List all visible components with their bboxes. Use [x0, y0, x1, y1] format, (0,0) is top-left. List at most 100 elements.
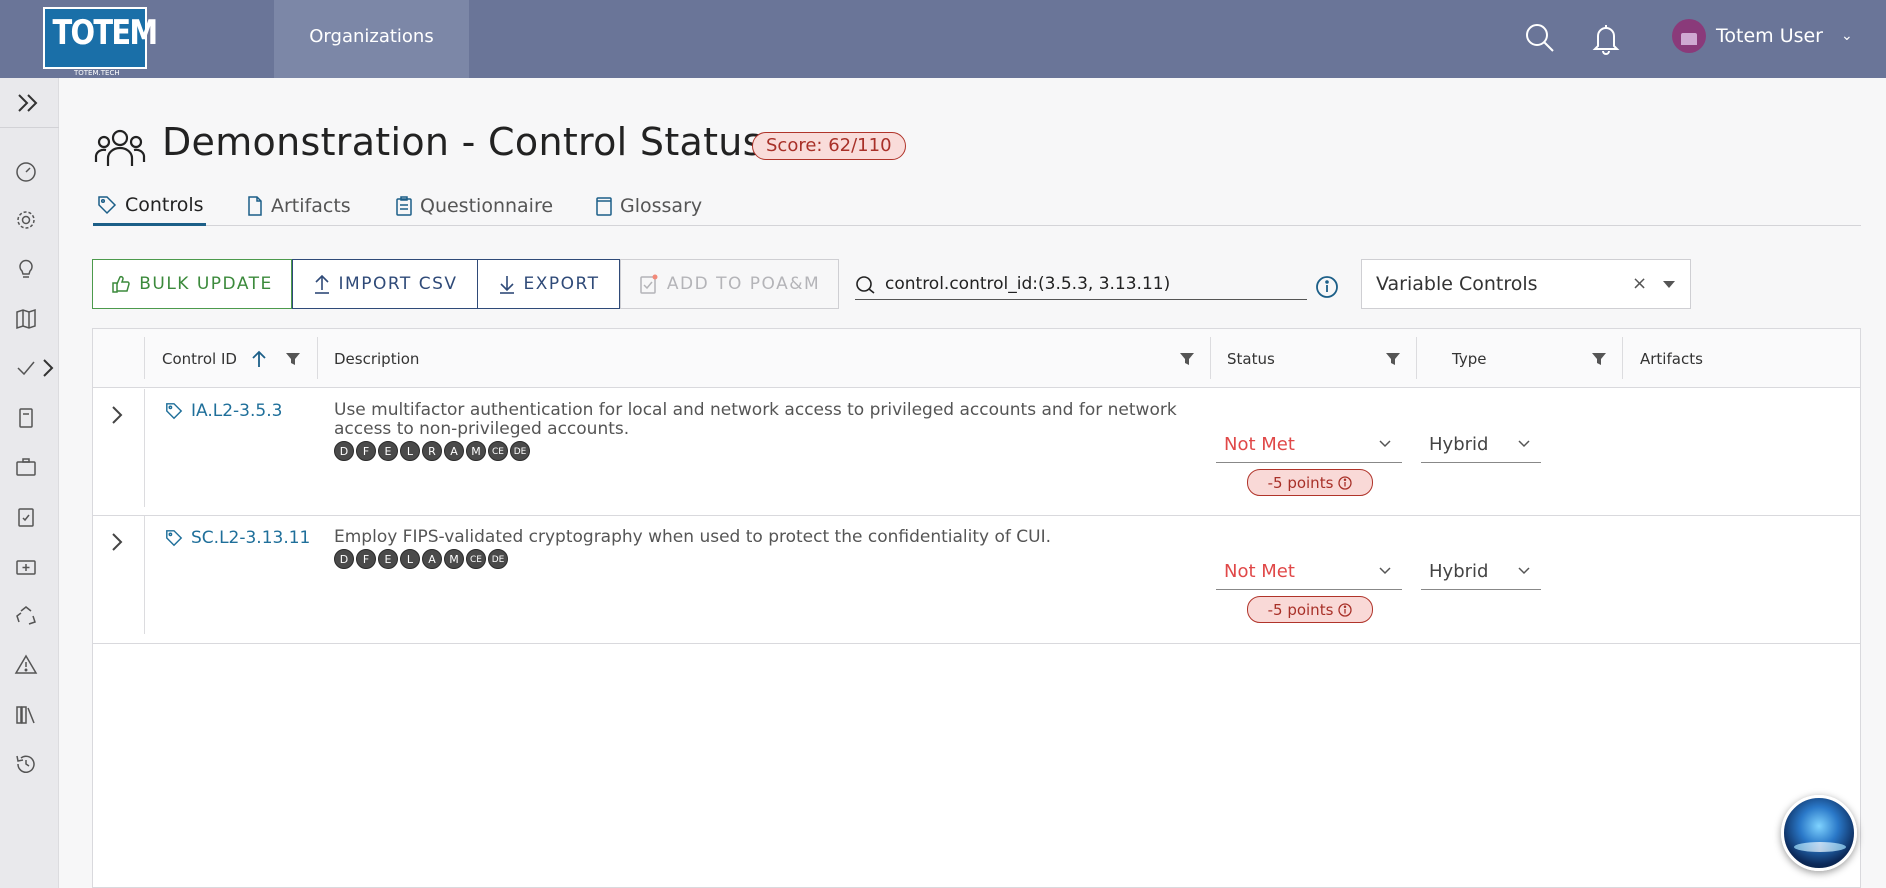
expand-row-chevron-icon[interactable]: [107, 530, 127, 554]
table-row: SC.L2-3.13.11 Employ FIPS-validated cryp…: [93, 516, 1860, 644]
recycle-icon[interactable]: [14, 604, 38, 628]
badge: E: [378, 441, 398, 461]
map-icon[interactable]: [14, 307, 38, 331]
control-description: Use multifactor authentication for local…: [334, 401, 1214, 461]
filter-icon[interactable]: [1591, 351, 1607, 367]
badge: D: [334, 549, 354, 569]
badge: DE: [488, 549, 508, 569]
import-csv-label: IMPORT CSV: [338, 274, 458, 294]
status-select[interactable]: Not Met: [1216, 554, 1402, 590]
filter-icon[interactable]: [1385, 351, 1401, 367]
logo-subtext: TOTEM.TECH: [73, 69, 121, 77]
totem-logo[interactable]: TOTEM TOTEM.TECH: [43, 7, 159, 77]
bulk-update-label: BULK UPDATE: [139, 274, 273, 294]
tab-questionnaire[interactable]: Questionnaire: [396, 186, 553, 226]
column-header-artifacts[interactable]: Artifacts: [1640, 329, 1703, 388]
type-select[interactable]: Hybrid: [1421, 554, 1541, 590]
badge-list: D F E L R A M CE DE: [334, 441, 1214, 461]
add-to-poam-button[interactable]: ADD TO POA&M: [620, 259, 839, 309]
page-title: Demonstration - Control Status: [162, 120, 763, 164]
user-name: Totem User: [1716, 25, 1823, 47]
chevron-down-icon: [1379, 567, 1391, 575]
badge: F: [356, 441, 376, 461]
badge: M: [444, 549, 464, 569]
badge: L: [400, 549, 420, 569]
file-icon: [248, 196, 262, 216]
warning-icon[interactable]: [14, 653, 38, 677]
chevron-down-icon: [1518, 440, 1530, 448]
column-divider: [1416, 337, 1417, 379]
filter-icon[interactable]: [1179, 351, 1195, 367]
type-value: Hybrid: [1429, 561, 1489, 582]
history-icon[interactable]: [14, 752, 38, 776]
badge-list: D F E L A M CE DE: [334, 549, 1214, 569]
tab-label: Glossary: [620, 195, 703, 217]
column-divider: [317, 337, 318, 379]
nav-organizations[interactable]: Organizations: [274, 0, 469, 78]
points-badge: -5 points: [1247, 469, 1373, 496]
bell-icon[interactable]: [1588, 20, 1624, 56]
medkit-icon[interactable]: [14, 554, 38, 578]
chevron-right-icon: [43, 359, 54, 377]
lightbulb-icon[interactable]: [14, 257, 38, 281]
status-value: Not Met: [1224, 434, 1295, 455]
description-text: Use multifactor authentication for local…: [334, 400, 1177, 439]
control-id-link[interactable]: SC.L2-3.13.11: [165, 528, 310, 548]
column-header-description[interactable]: Description: [334, 329, 419, 388]
table-header: Control ID Description Status Type Artif…: [93, 329, 1860, 388]
gear-icon[interactable]: [14, 208, 38, 232]
search-icon[interactable]: [1522, 20, 1558, 56]
points-badge: -5 points: [1247, 596, 1373, 623]
assistant-fab-button[interactable]: [1781, 795, 1857, 871]
logo-text: TOTEM: [52, 13, 159, 53]
column-header-control-id[interactable]: Control ID: [162, 329, 267, 388]
tab-label: Artifacts: [271, 195, 351, 217]
control-id-link[interactable]: IA.L2-3.5.3: [165, 401, 282, 421]
clipboard-check-icon[interactable]: [14, 505, 38, 529]
tab-controls[interactable]: Controls: [93, 186, 206, 226]
search-input[interactable]: [885, 273, 1295, 294]
column-divider: [1210, 337, 1211, 379]
control-description: Employ FIPS-validated cryptography when …: [334, 528, 1214, 569]
import-csv-button[interactable]: IMPORT CSV: [292, 259, 478, 309]
control-id: IA.L2-3.5.3: [191, 401, 283, 421]
tab-glossary[interactable]: Glossary: [596, 186, 702, 226]
tab-bar: Controls Artifacts Questionnaire Glossar…: [93, 186, 1861, 226]
export-button[interactable]: EXPORT: [477, 259, 620, 309]
type-select[interactable]: Hybrid: [1421, 427, 1541, 463]
column-header-type[interactable]: Type: [1452, 329, 1486, 388]
document-icon[interactable]: [14, 406, 38, 430]
caret-down-icon[interactable]: [1663, 281, 1675, 288]
column-header-status[interactable]: Status: [1227, 329, 1275, 388]
chevron-down-icon: [1518, 567, 1530, 575]
filter-icon[interactable]: [285, 351, 301, 367]
tab-artifacts[interactable]: Artifacts: [247, 186, 351, 226]
clear-icon[interactable]: ×: [1632, 273, 1647, 294]
briefcase-icon[interactable]: [14, 455, 38, 479]
dashboard-icon[interactable]: [14, 159, 38, 183]
expand-row-chevron-icon[interactable]: [107, 403, 127, 427]
row-divider: [144, 389, 145, 507]
info-icon[interactable]: [1338, 602, 1353, 617]
library-icon[interactable]: [14, 703, 38, 727]
clipboard-add-icon: [640, 274, 658, 294]
sort-ascending-icon[interactable]: [251, 349, 267, 369]
sidebar-expand-button[interactable]: [0, 78, 59, 128]
bulk-update-button[interactable]: BULK UPDATE: [92, 259, 292, 309]
info-icon[interactable]: [1315, 275, 1339, 299]
download-icon: [499, 276, 514, 294]
column-label: Control ID: [162, 349, 237, 368]
avatar: [1672, 19, 1706, 53]
sidebar: [0, 78, 59, 888]
variable-controls-select[interactable]: Variable Controls ×: [1361, 259, 1691, 309]
select-value: Variable Controls: [1376, 273, 1538, 295]
status-select[interactable]: Not Met: [1216, 427, 1402, 463]
info-icon[interactable]: [1338, 475, 1353, 490]
badge: CE: [488, 441, 508, 461]
user-menu[interactable]: Totem User ⌄: [1672, 17, 1853, 55]
clipboard-icon: [396, 196, 412, 216]
checkmark-icon[interactable]: [14, 356, 38, 380]
table-row: IA.L2-3.5.3 Use multifactor authenticati…: [93, 389, 1860, 516]
row-divider: [144, 516, 145, 634]
badge: A: [444, 441, 464, 461]
